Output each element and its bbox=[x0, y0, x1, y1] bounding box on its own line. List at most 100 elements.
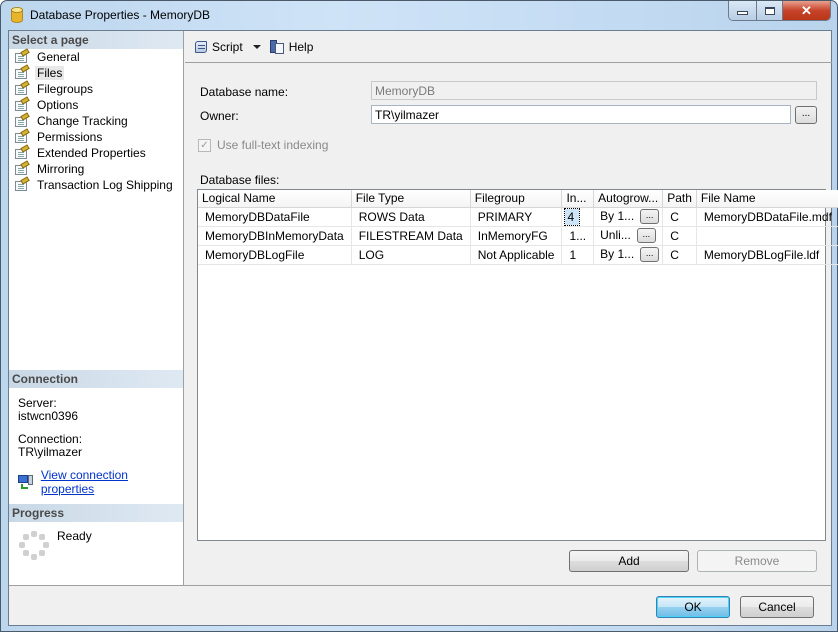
owner-browse-button[interactable]: ... bbox=[795, 106, 817, 124]
page-item-general[interactable]: General bbox=[9, 48, 183, 65]
left-pane: Select a page General Files Filegroups O… bbox=[9, 31, 184, 585]
window-title: Database Properties - MemoryDB bbox=[30, 8, 211, 22]
dialog-client-area: Select a page General Files Filegroups O… bbox=[8, 30, 838, 626]
cell-path[interactable]: C bbox=[662, 226, 697, 246]
page-item-mirroring[interactable]: Mirroring bbox=[9, 160, 183, 177]
script-icon bbox=[193, 39, 209, 55]
cell-file-name[interactable]: MemoryDBLogFile.ldf bbox=[696, 245, 838, 265]
database-icon bbox=[11, 7, 23, 23]
view-connection-properties[interactable]: View connection properties bbox=[18, 468, 183, 496]
ok-button[interactable]: OK bbox=[656, 596, 730, 618]
page-icon bbox=[14, 96, 30, 112]
connection-properties-icon bbox=[18, 475, 34, 489]
script-button[interactable]: Script bbox=[193, 39, 243, 55]
script-label: Script bbox=[212, 39, 243, 54]
cell-file-name[interactable] bbox=[696, 226, 838, 246]
page-label: Transaction Log Shipping bbox=[37, 178, 173, 192]
page-label: Permissions bbox=[37, 130, 103, 144]
page-item-permissions[interactable]: Permissions bbox=[9, 128, 183, 145]
page-icon bbox=[14, 48, 30, 64]
column-header-file-type[interactable]: File Type bbox=[351, 190, 471, 208]
owner-label: Owner: bbox=[200, 109, 239, 123]
cell-initial-size[interactable]: 1 bbox=[561, 245, 595, 265]
table-row[interactable]: MemoryDBLogFile LOG Not Applicable 1 By … bbox=[198, 245, 838, 265]
page-label: Mirroring bbox=[37, 162, 85, 176]
connection-header: Connection bbox=[9, 370, 183, 388]
cell-logical-name[interactable]: MemoryDBDataFile bbox=[198, 207, 352, 227]
autogrowth-edit-button[interactable]: ... bbox=[640, 209, 660, 225]
page-item-options[interactable]: Options bbox=[9, 96, 183, 113]
cell-logical-name[interactable]: MemoryDBLogFile bbox=[198, 245, 352, 265]
page-icon bbox=[14, 160, 30, 176]
database-name-field: MemoryDB bbox=[371, 81, 817, 100]
help-label: Help bbox=[288, 39, 314, 54]
page-label: Extended Properties bbox=[37, 146, 146, 160]
table-row[interactable]: MemoryDBDataFile ROWS Data PRIMARY 4 By … bbox=[198, 207, 838, 227]
cell-autogrowth[interactable]: By 1...... bbox=[593, 207, 664, 227]
cell-file-type[interactable]: ROWS Data bbox=[351, 207, 471, 227]
page-icon bbox=[14, 144, 30, 160]
column-header-path[interactable]: Path bbox=[662, 190, 697, 208]
column-header-initial-size[interactable]: In... bbox=[561, 190, 595, 208]
database-properties-window: Database Properties - MemoryDB ✕ Select … bbox=[0, 0, 838, 632]
database-files-label: Database files: bbox=[200, 173, 280, 187]
cell-initial-size[interactable]: 4 bbox=[561, 207, 595, 227]
minimize-icon bbox=[737, 11, 748, 15]
script-dropdown-icon[interactable] bbox=[252, 44, 261, 49]
page-icon bbox=[14, 128, 30, 144]
cell-filegroup[interactable]: InMemoryFG bbox=[470, 226, 563, 246]
cell-file-type[interactable]: LOG bbox=[351, 245, 471, 265]
autogrowth-edit-button[interactable]: ... bbox=[636, 228, 656, 244]
page-item-change-tracking[interactable]: Change Tracking bbox=[9, 112, 183, 129]
page-label: General bbox=[37, 50, 80, 64]
grid-header-row: Logical Name File Type Filegroup In... A… bbox=[198, 190, 838, 208]
page-label: Options bbox=[37, 98, 79, 112]
cell-autogrowth[interactable]: Unli...... bbox=[593, 226, 664, 246]
cell-file-name[interactable]: MemoryDBDataFile.mdf bbox=[696, 207, 838, 227]
column-header-file-name[interactable]: File Name bbox=[696, 190, 838, 208]
cell-filegroup[interactable]: PRIMARY bbox=[470, 207, 563, 227]
cell-path[interactable]: C bbox=[662, 207, 697, 227]
page-item-transaction-log-shipping[interactable]: Transaction Log Shipping bbox=[9, 176, 183, 193]
remove-button[interactable]: Remove bbox=[697, 550, 817, 572]
cell-initial-size[interactable]: 1... bbox=[561, 226, 595, 246]
fulltext-indexing-option: ✓ Use full-text indexing bbox=[198, 138, 328, 152]
help-button[interactable]: Help bbox=[269, 39, 314, 55]
page-icon bbox=[14, 64, 30, 80]
page-item-extended-properties[interactable]: Extended Properties bbox=[9, 144, 183, 161]
column-header-autogrowth[interactable]: Autogrow... bbox=[593, 190, 664, 208]
maximize-button[interactable] bbox=[757, 1, 783, 20]
fulltext-indexing-checkbox: ✓ bbox=[198, 138, 211, 152]
view-connection-properties-link[interactable]: View connection properties bbox=[41, 468, 183, 496]
cell-autogrowth[interactable]: By 1...... bbox=[593, 245, 664, 265]
close-button[interactable]: ✕ bbox=[783, 1, 830, 20]
initial-size-value[interactable]: 4 bbox=[564, 207, 581, 225]
progress-status: Ready bbox=[57, 529, 92, 543]
page-item-filegroups[interactable]: Filegroups bbox=[9, 80, 183, 97]
select-page-header: Select a page bbox=[9, 31, 183, 49]
table-row[interactable]: MemoryDBInMemoryData FILESTREAM Data InM… bbox=[198, 226, 838, 246]
page-icon bbox=[14, 80, 30, 96]
server-value: istwcn0396 bbox=[18, 409, 79, 423]
cell-filegroup[interactable]: Not Applicable bbox=[470, 245, 563, 265]
cell-path[interactable]: C bbox=[662, 245, 697, 265]
owner-field[interactable]: TR\yilmazer bbox=[371, 105, 791, 124]
title-bar[interactable]: Database Properties - MemoryDB ✕ bbox=[1, 1, 837, 29]
database-files-grid: Logical Name File Type Filegroup In... A… bbox=[197, 189, 838, 541]
column-header-filegroup[interactable]: Filegroup bbox=[470, 190, 563, 208]
minimize-button[interactable] bbox=[729, 1, 757, 20]
page-item-files[interactable]: Files bbox=[9, 64, 183, 81]
help-icon bbox=[269, 39, 285, 55]
cancel-button[interactable]: Cancel bbox=[740, 596, 814, 618]
progress-header: Progress bbox=[9, 504, 183, 522]
column-header-logical-name[interactable]: Logical Name bbox=[198, 190, 352, 208]
dialog-button-bar: OK Cancel bbox=[9, 585, 831, 625]
page-label: Filegroups bbox=[37, 82, 94, 96]
cell-file-type[interactable]: FILESTREAM Data bbox=[351, 226, 471, 246]
add-button[interactable]: Add bbox=[569, 550, 689, 572]
autogrowth-value: By 1... bbox=[600, 246, 635, 261]
cell-logical-name[interactable]: MemoryDBInMemoryData bbox=[198, 226, 352, 246]
page-icon bbox=[14, 176, 30, 192]
page-label: Files bbox=[35, 66, 65, 80]
autogrowth-edit-button[interactable]: ... bbox=[640, 247, 660, 263]
